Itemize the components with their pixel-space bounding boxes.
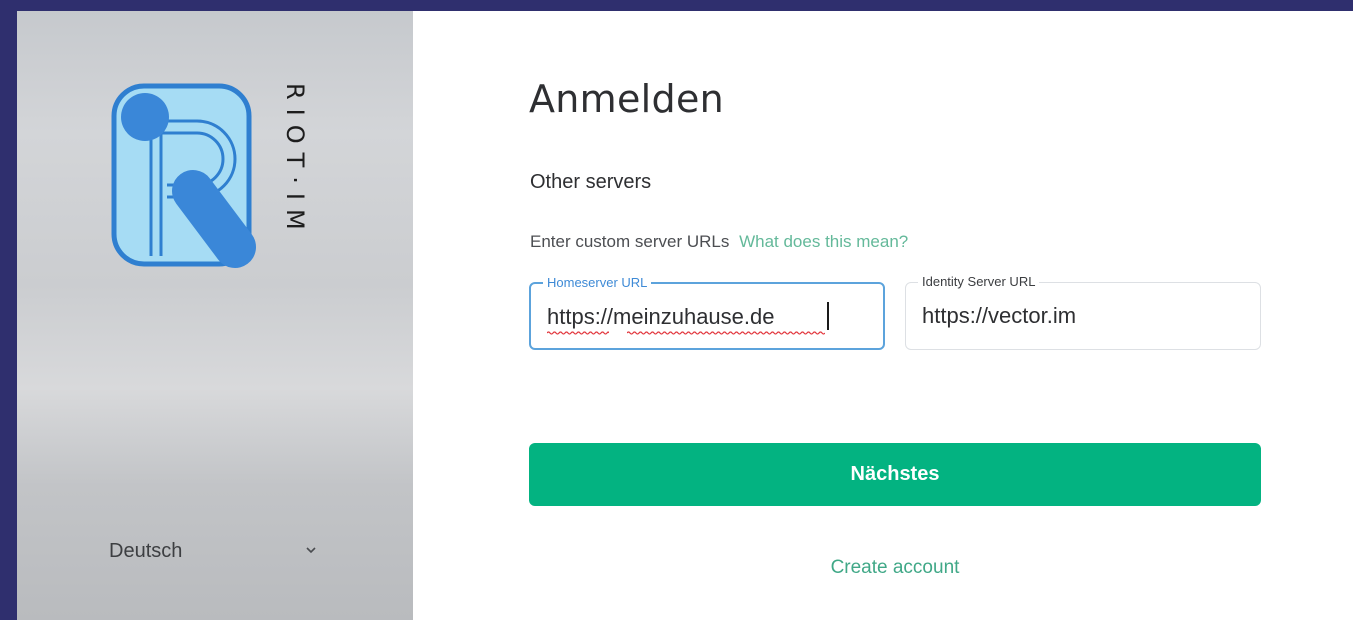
next-button[interactable]: Nächstes [529,443,1261,506]
language-dropdown[interactable]: Deutsch [109,531,329,571]
brand-wordmark: RIOT·IM [277,83,317,283]
identity-server-url-label: Identity Server URL [918,274,1040,290]
sidebar: RIOT·IM Deutsch [17,11,413,620]
homeserver-url-label: Homeserver URL [543,275,652,291]
brand-wordmark-text: RIOT·IM [281,83,309,239]
text-caret [827,302,829,330]
homeserver-url-input[interactable] [547,304,867,330]
chevron-down-icon [306,547,316,554]
help-link[interactable]: What does this mean? [739,232,908,251]
app-window: RIOT·IM Deutsch Anmelden Other servers E… [17,11,1353,620]
server-section-title: Other servers [530,171,652,193]
login-panel: Anmelden Other servers Enter custom serv… [413,11,1353,620]
create-account-link[interactable]: Create account [529,557,1261,579]
custom-server-hint-text: Enter custom server URLs [530,232,730,251]
spellcheck-underline [627,331,825,335]
page-title: Anmelden [529,77,725,121]
identity-server-url-input[interactable] [922,303,1242,329]
language-selected-label: Deutsch [109,539,183,562]
spellcheck-underline [547,331,609,335]
riot-logo [111,83,256,268]
identity-server-url-field: Identity Server URL [905,274,1261,350]
custom-server-hint: Enter custom server URLs What does this … [530,232,908,252]
homeserver-url-field: Homeserver URL [529,275,885,350]
